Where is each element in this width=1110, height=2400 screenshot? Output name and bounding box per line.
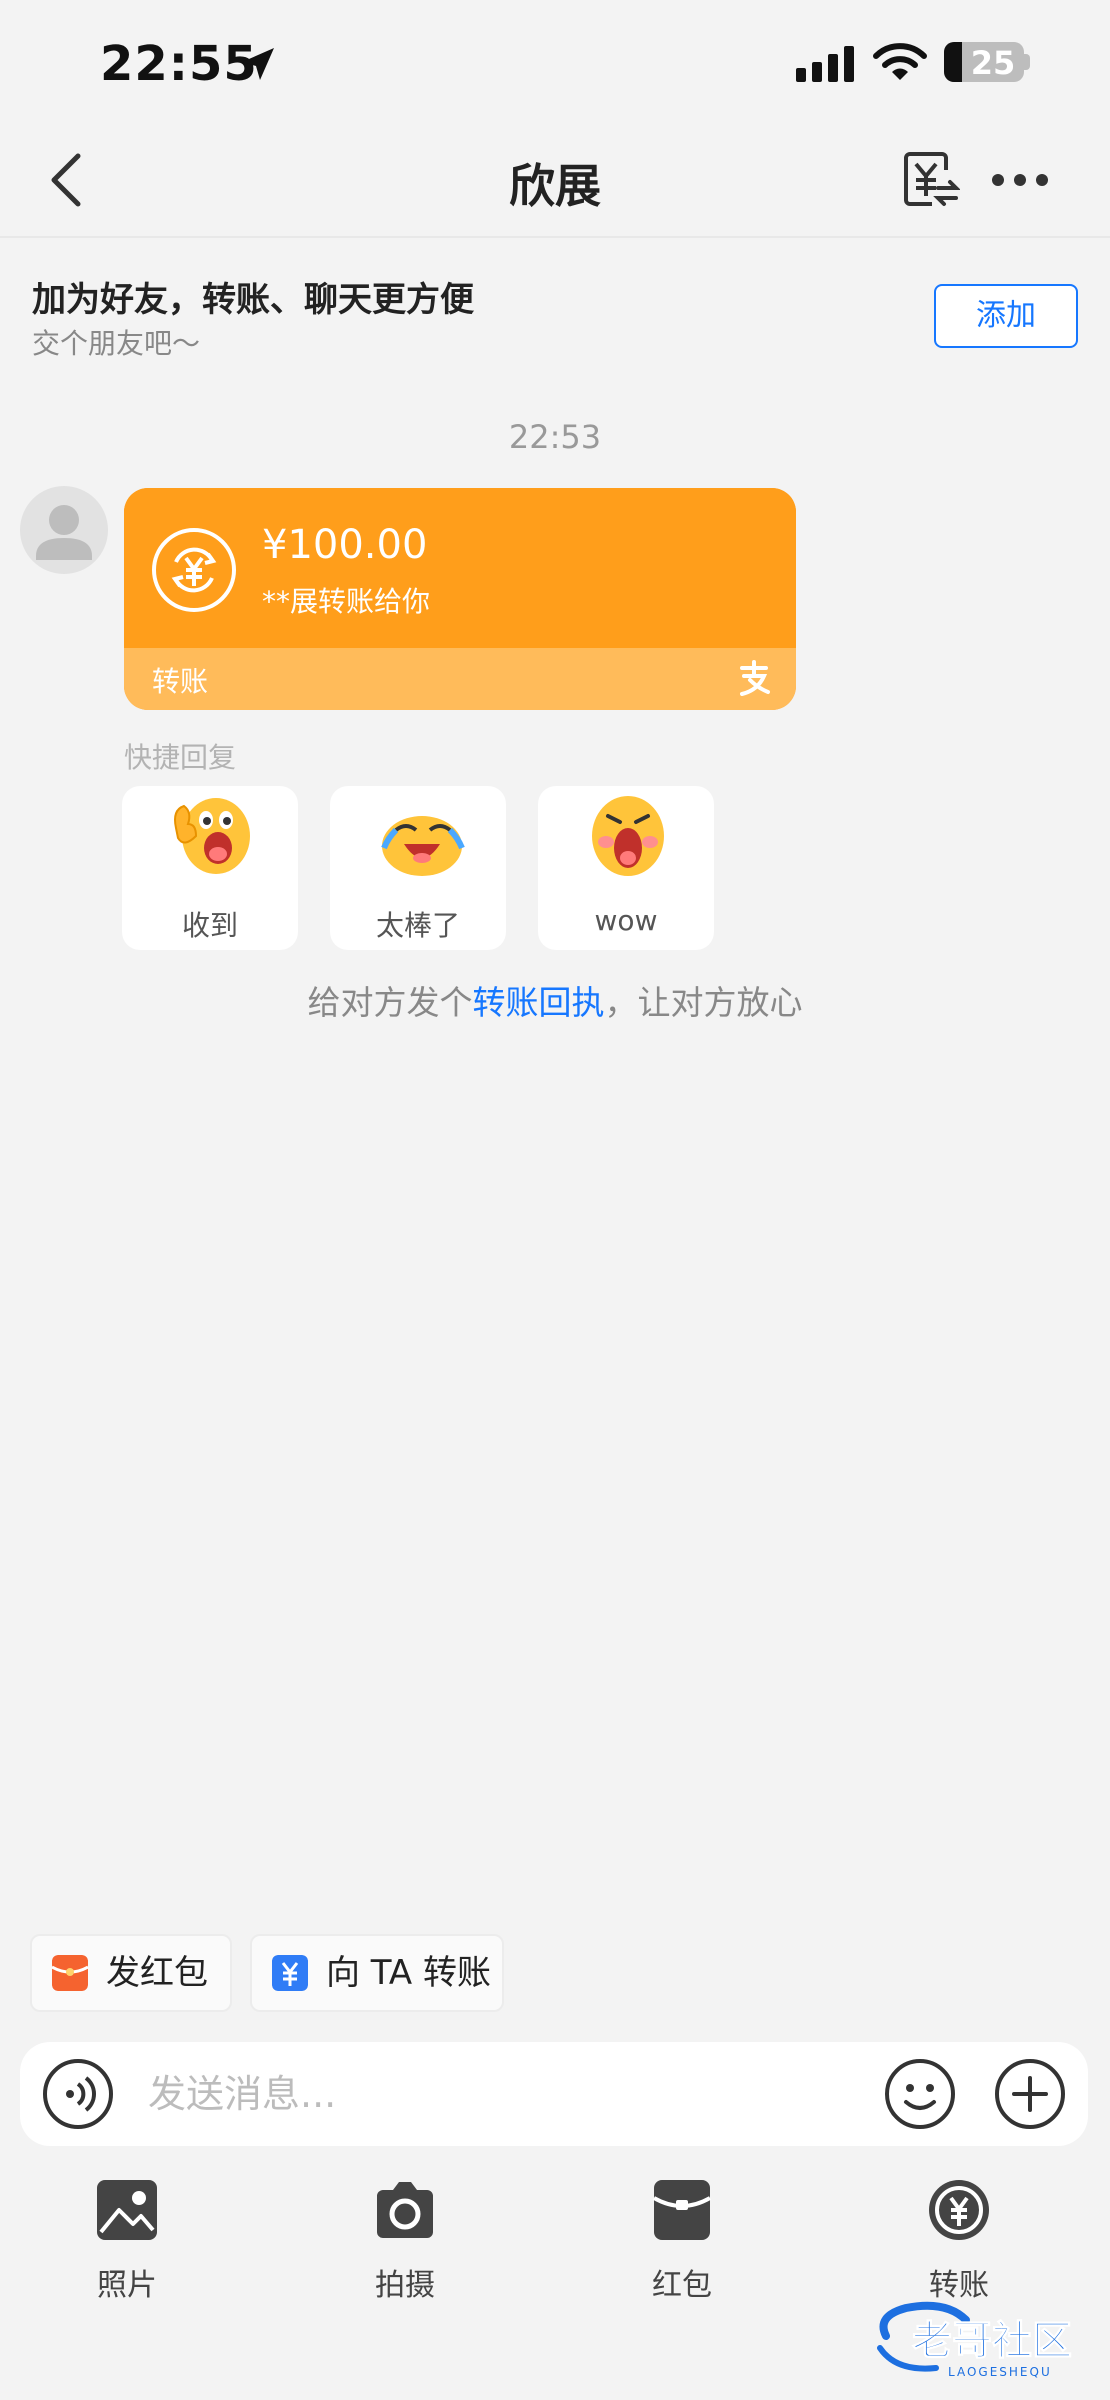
receipt-hint: 给对方发个转账回执，让对方放心 <box>0 976 1110 1024</box>
quick-reply-label: wow <box>594 904 658 937</box>
plus-icon[interactable] <box>994 2058 1066 2130</box>
battery-level: 25 <box>970 44 1016 82</box>
ok-hand-emoji-icon <box>174 798 250 874</box>
toolbar-red-packet[interactable]: 红包 <box>612 2178 752 2303</box>
add-friend-button[interactable]: 添加 <box>934 284 1078 348</box>
transfer-coin-icon <box>152 528 236 612</box>
send-red-packet-label: 发红包 <box>106 1953 208 1993</box>
status-time: 22:55 <box>100 36 258 92</box>
location-arrow-icon <box>242 48 274 80</box>
toolbar-photo-label: 照片 <box>97 2268 157 2303</box>
battery-nub <box>1024 54 1030 70</box>
receipt-link[interactable]: 转账回执 <box>473 983 605 1022</box>
transfer-ticket-icon <box>272 1955 308 1991</box>
quick-reply-label: 收到 <box>181 909 238 942</box>
toolbar-camera[interactable]: 拍摄 <box>335 2178 475 2303</box>
user-silhouette-icon <box>36 505 92 560</box>
transfer-card-footer <box>124 648 796 710</box>
battery-icon: 25 <box>944 42 1024 82</box>
avatar[interactable] <box>20 486 108 574</box>
laugh-cry-emoji-icon <box>381 816 465 876</box>
transfer-amount: ¥100.00 <box>262 522 428 568</box>
wow-emoji-icon <box>592 796 664 876</box>
transfer-to-ta-chip[interactable]: 向 TA 转账 <box>250 1934 504 2012</box>
add-friend-subtitle: 交个朋友吧～ <box>32 327 201 360</box>
receipt-hint-suffix: ，让对方放心 <box>604 983 803 1022</box>
camera-icon <box>377 2182 433 2238</box>
bill-icon[interactable] <box>902 150 960 208</box>
message-timestamp: 22:53 <box>508 418 602 456</box>
toolbar-photo[interactable]: 照片 <box>57 2178 197 2303</box>
transfer-card[interactable]: ¥100.00 **展转账给你 转账 <box>124 488 796 710</box>
wifi-icon <box>873 43 927 80</box>
photo-icon <box>97 2180 157 2240</box>
send-red-packet-chip[interactable]: 发红包 <box>30 1934 232 2012</box>
transfer-label: 转账 <box>152 665 209 698</box>
voice-icon[interactable] <box>42 2058 114 2130</box>
alipay-icon <box>740 660 770 696</box>
message-input[interactable] <box>148 2060 848 2128</box>
red-packet-icon <box>52 1955 88 1991</box>
red-packet-icon <box>653 2180 711 2240</box>
transfer-description: **展转账给你 <box>262 585 431 618</box>
transfer-icon <box>929 2180 989 2240</box>
quick-reply-wow[interactable]: wow <box>538 786 714 950</box>
receipt-hint-prefix: 给对方发个 <box>307 983 473 1022</box>
watermark-subtext: LAOGESHEQU <box>948 2365 1052 2379</box>
watermark-logo: 老哥社区 LAOGESHEQU <box>877 2301 1073 2379</box>
quick-reply-label: 太棒了 <box>375 909 460 942</box>
more-icon[interactable] <box>990 160 1050 200</box>
nav-divider <box>0 236 1110 238</box>
toolbar-transfer[interactable]: 转账 <box>889 2178 1029 2303</box>
toolbar-red-packet-label: 红包 <box>652 2268 712 2303</box>
add-friend-title: 加为好友，转账、聊天更方便 <box>32 280 474 320</box>
signal-icon <box>796 46 854 82</box>
emoji-icon[interactable] <box>884 2058 956 2130</box>
quick-reply-received[interactable]: 收到 <box>122 786 298 950</box>
toolbar-camera-label: 拍摄 <box>375 2268 435 2303</box>
quick-reply-title: 快捷回复 <box>124 741 237 774</box>
transfer-to-ta-label: 向 TA 转账 <box>326 1953 492 1993</box>
watermark-text: 老哥社区 <box>912 2318 1072 2364</box>
quick-reply-great[interactable]: 太棒了 <box>330 786 506 950</box>
